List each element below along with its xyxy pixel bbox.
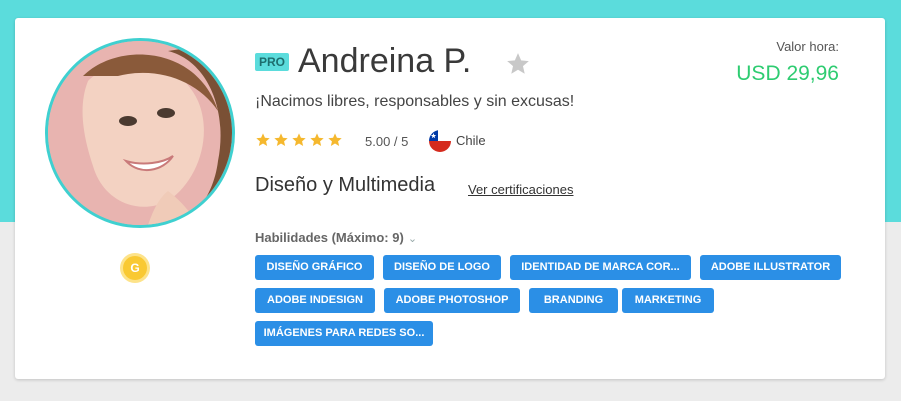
star-icon <box>310 133 324 146</box>
skills-dropdown[interactable]: Habilidades (Máximo: 9) ⌄ <box>255 230 417 245</box>
rating-text: 5.00 / 5 <box>365 134 409 149</box>
tagline: ¡Nacimos libres, responsables y sin excu… <box>255 93 575 110</box>
skill-tag[interactable]: IDENTIDAD DE MARCA COR... <box>510 255 691 280</box>
certifications-link[interactable]: Ver certificaciones <box>468 182 574 197</box>
skill-tag[interactable]: ADOBE ILLUSTRATOR <box>700 255 841 280</box>
country-name: Chile <box>456 133 486 148</box>
avatar-photo <box>48 41 232 225</box>
skill-tag[interactable]: DISEÑO DE LOGO <box>383 255 501 280</box>
gold-medal-icon: G <box>123 256 147 280</box>
freelancer-name: Andreina P. <box>298 42 472 80</box>
category: Diseño y Multimedia <box>255 174 436 196</box>
freelancer-profile-card: G PRO Andreina P. ¡Nacimos libres, respo… <box>15 18 885 379</box>
pro-badge: PRO <box>255 53 290 71</box>
skill-tag[interactable]: BRANDING <box>529 288 618 313</box>
rate-value: USD 29,96 <box>736 62 839 85</box>
skill-tag[interactable]: DISEÑO GRÁFICO <box>255 255 374 280</box>
star-outline-icon[interactable] <box>505 51 531 77</box>
skill-tag[interactable]: ADOBE PHOTOSHOP <box>384 288 520 313</box>
skill-tag[interactable]: ADOBE INDESIGN <box>255 288 375 313</box>
rate-label: Valor hora: <box>776 39 839 54</box>
star-icon <box>292 133 306 146</box>
star-icon <box>328 133 342 146</box>
skill-tag[interactable]: IMÁGENES PARA REDES SO... <box>255 321 433 346</box>
chevron-down-icon: ⌄ <box>407 233 418 245</box>
skill-tag[interactable]: MARKETING <box>622 288 714 313</box>
rating-stars <box>255 132 343 148</box>
avatar[interactable] <box>45 38 235 228</box>
skills-title: Habilidades (Máximo: 9) <box>255 230 404 245</box>
chile-flag-icon <box>429 130 451 152</box>
star-icon <box>274 133 288 146</box>
star-icon <box>256 133 270 146</box>
